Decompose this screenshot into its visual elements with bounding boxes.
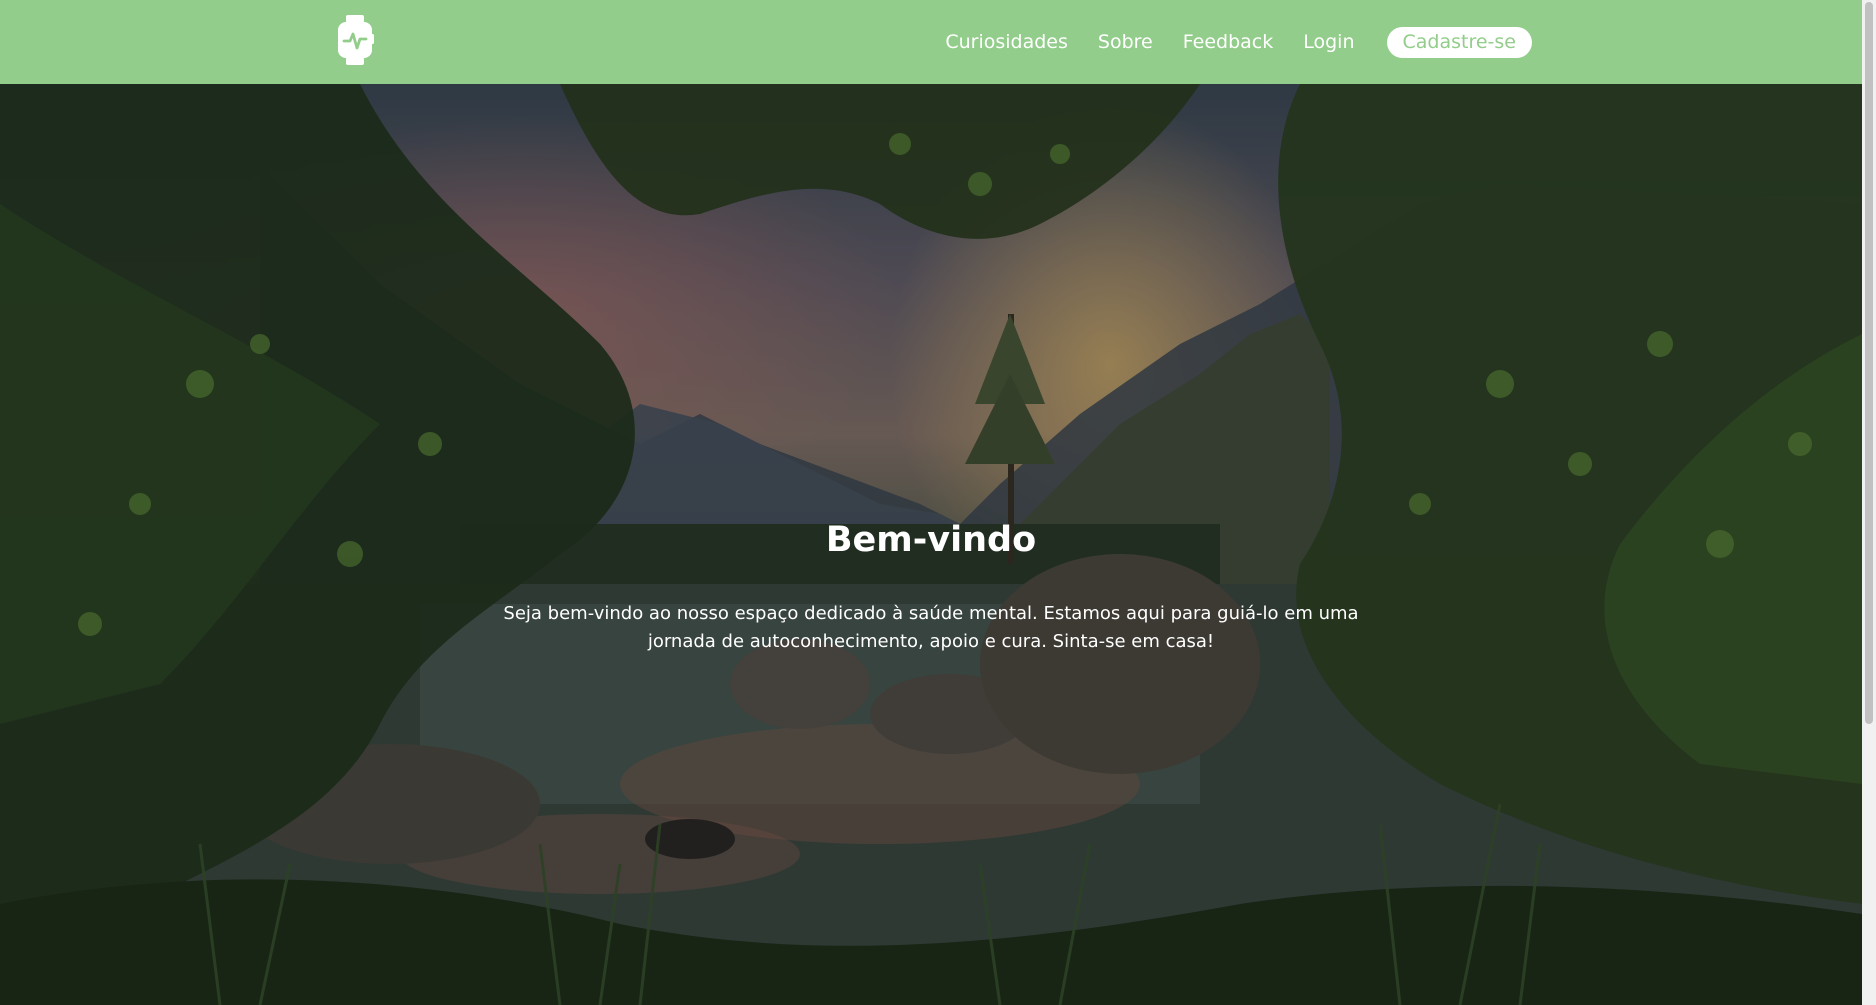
- page: Curiosidades Sobre Feedback Login Cadast…: [0, 0, 1876, 1005]
- nav-link-sobre[interactable]: Sobre: [1098, 31, 1153, 53]
- hero-text: Seja bem-vindo ao nosso espaço dedicado …: [503, 603, 1359, 652]
- scrollbar-thumb[interactable]: [1865, 2, 1873, 724]
- navbar: Curiosidades Sobre Feedback Login Cadast…: [0, 0, 1862, 84]
- hero-title: Bem-vindo: [825, 520, 1037, 560]
- nav-links: Curiosidades Sobre Feedback Login Cadast…: [945, 0, 1532, 84]
- hero-section: Bem-vindo Seja bem-vindo ao nosso espaço…: [0, 84, 1862, 1005]
- scrollbar[interactable]: [1862, 0, 1876, 1005]
- nav-link-feedback[interactable]: Feedback: [1183, 31, 1273, 53]
- nav-link-login[interactable]: Login: [1303, 31, 1354, 53]
- signup-button[interactable]: Cadastre-se: [1386, 26, 1532, 58]
- nav-link-curiosidades[interactable]: Curiosidades: [945, 31, 1068, 53]
- smartwatch-heartbeat-icon[interactable]: [335, 14, 375, 66]
